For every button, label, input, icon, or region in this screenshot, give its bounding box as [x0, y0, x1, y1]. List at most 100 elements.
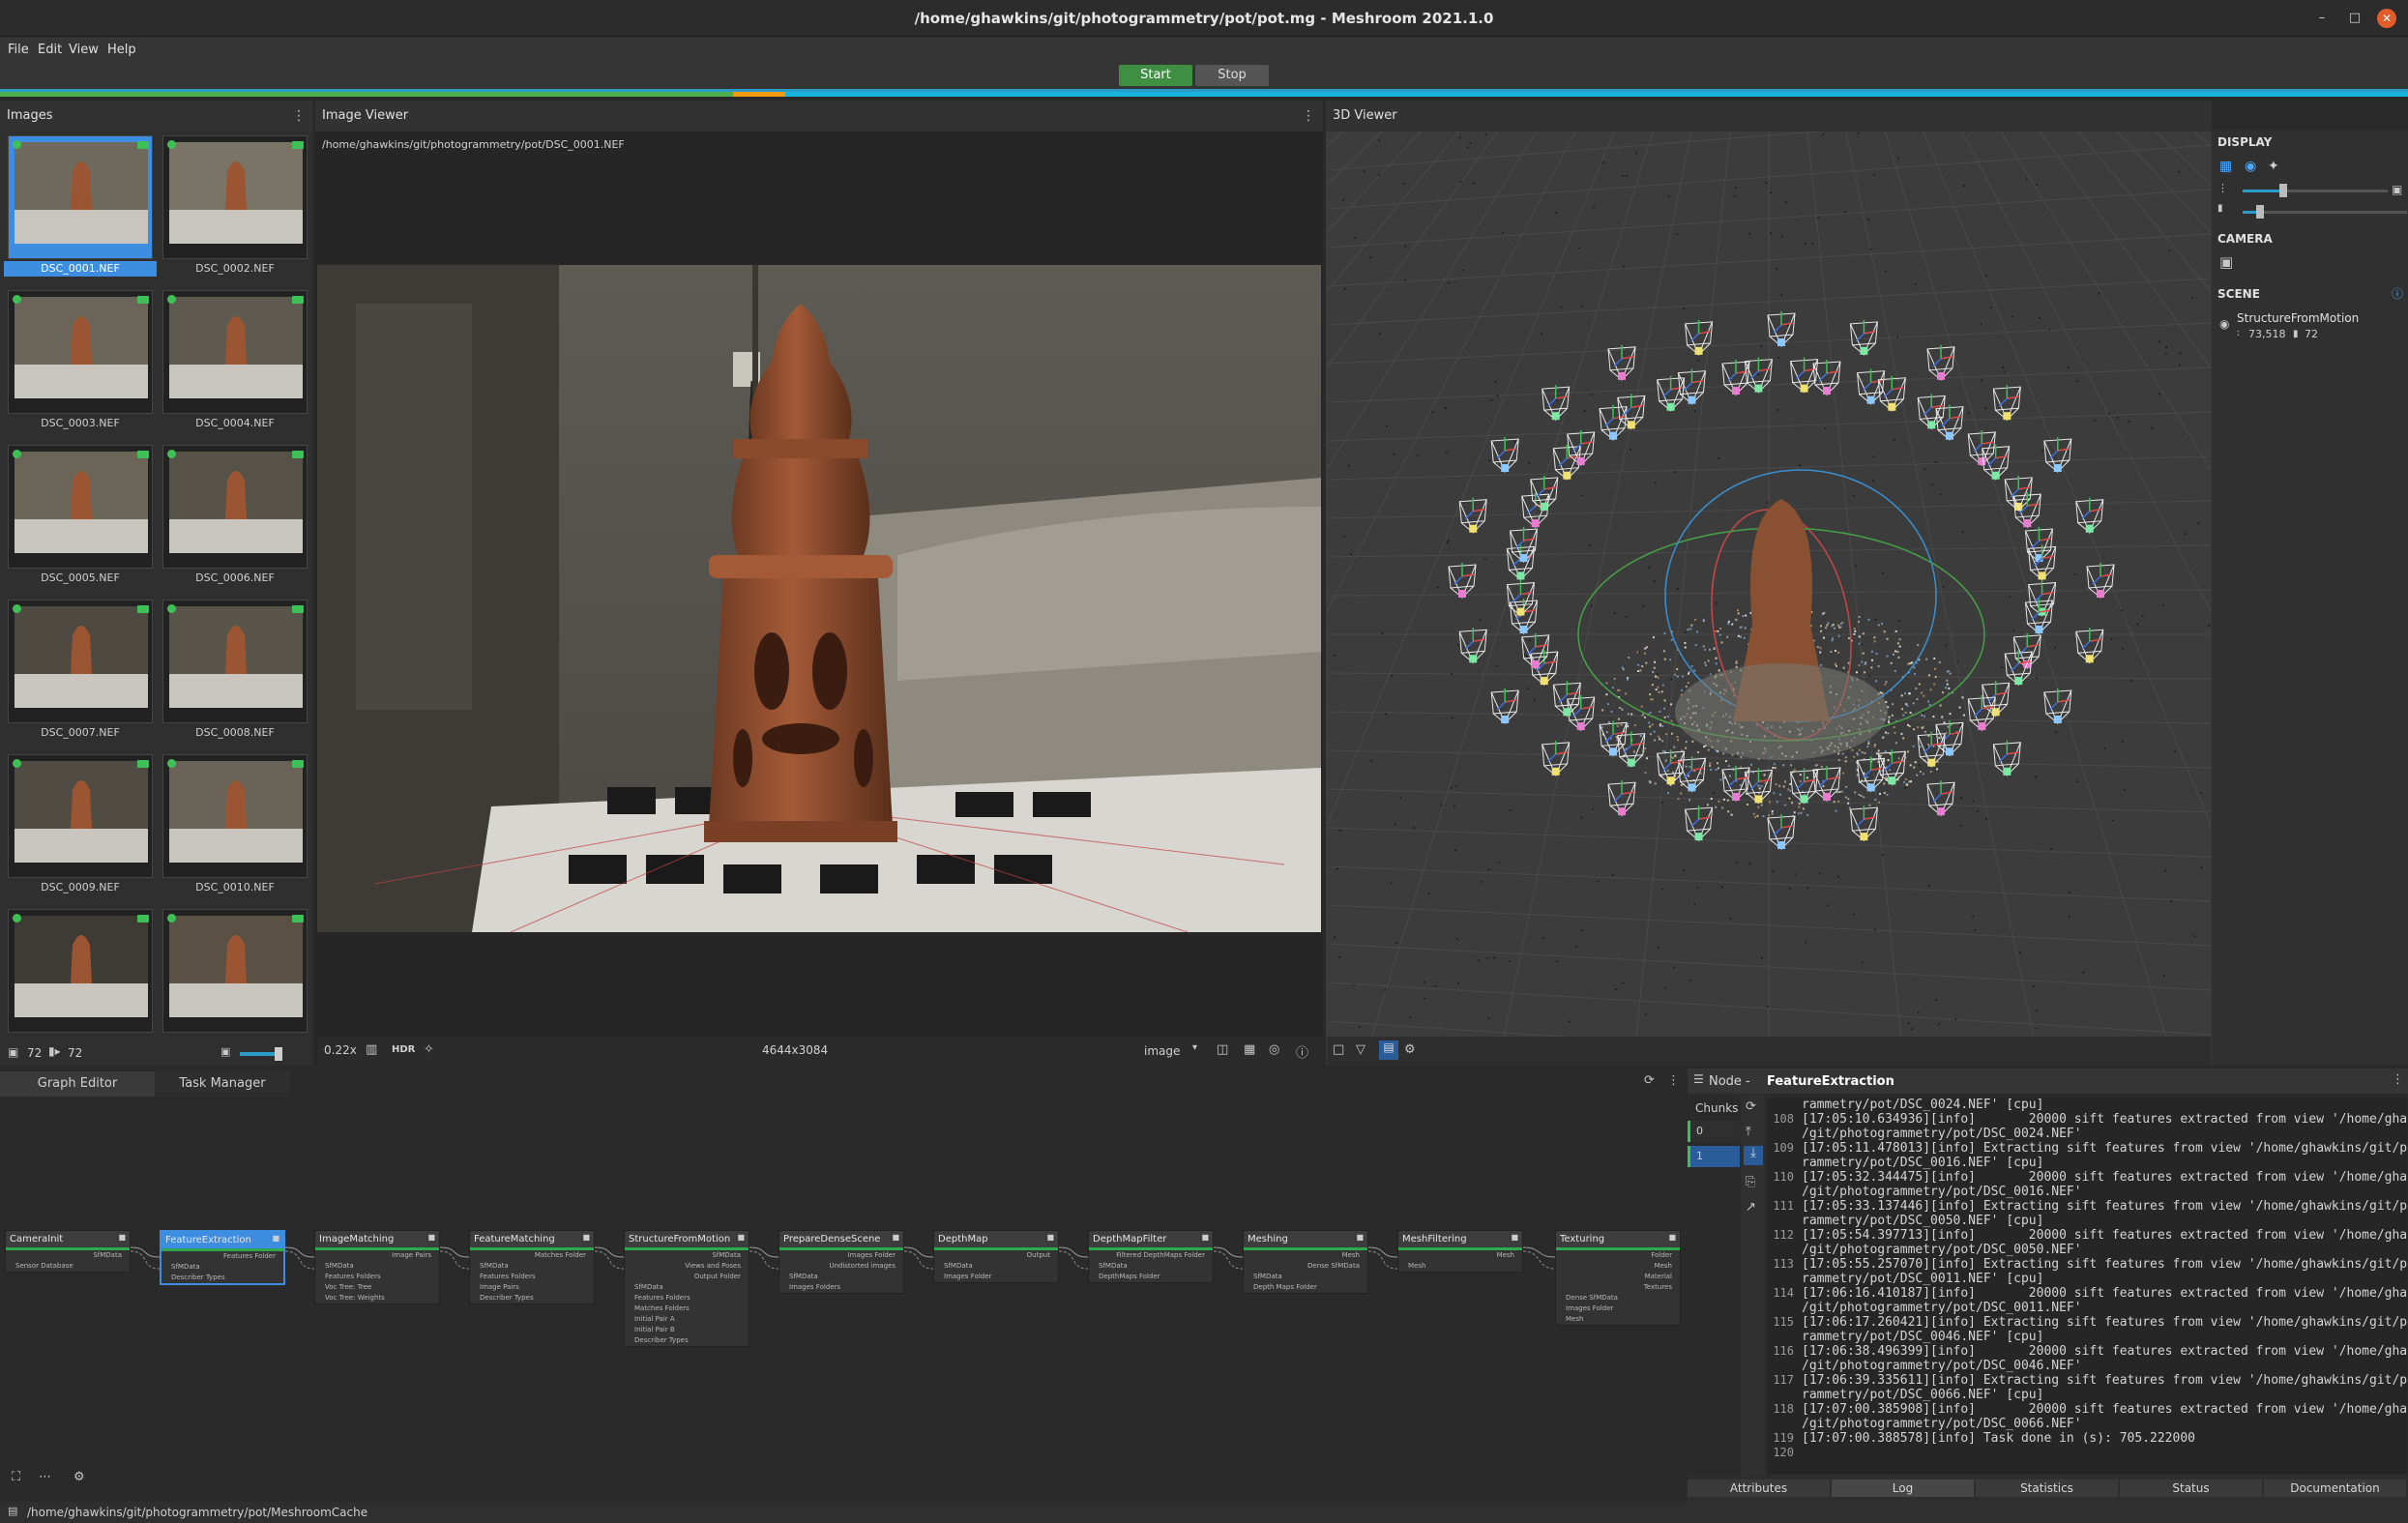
point-size-handle[interactable]	[2279, 184, 2287, 197]
node-output-port[interactable]: Images Folder	[779, 1250, 903, 1261]
axes-icon[interactable]: ✦	[2268, 159, 2279, 174]
node-input-port[interactable]: SfMData	[1244, 1272, 1367, 1282]
node-output-port[interactable]: Mesh	[1556, 1261, 1680, 1272]
node-input-port[interactable]: SfMData	[1089, 1261, 1213, 1272]
scroll-bottom-icon[interactable]: ⤓	[1744, 1146, 1763, 1165]
scene-3d-canvas[interactable]	[1327, 132, 2211, 1066]
fit-view-icon[interactable]: ⛶	[12, 1470, 20, 1484]
gizmo-icon[interactable]: ◉	[2245, 159, 2256, 174]
info-icon[interactable]: ⓘ	[1296, 1042, 1308, 1061]
graph-node[interactable]: StructureFromMotion SfMData Views and Pose…	[624, 1230, 749, 1347]
stop-button[interactable]: Stop	[1195, 65, 1269, 86]
node-input-port[interactable]: DepthMaps Folder	[1089, 1272, 1213, 1282]
close-icon[interactable]: ✕	[2377, 9, 2396, 28]
node-output-port[interactable]: Material	[1556, 1272, 1680, 1282]
node-output-port[interactable]: Undistorted images	[779, 1261, 903, 1272]
graph-node[interactable]: PrepareDenseScene Images Folder Undistorte…	[778, 1230, 904, 1294]
menu-help[interactable]: Help	[107, 37, 136, 64]
node-output-port[interactable]: Image Pairs	[315, 1250, 439, 1261]
node-input-port[interactable]: Initial Pair A	[625, 1314, 749, 1325]
node-output-port[interactable]: Matches Folder	[470, 1250, 594, 1261]
node-output-port[interactable]: Output Folder	[625, 1272, 749, 1282]
node-tab[interactable]: Status	[2120, 1479, 2262, 1497]
hdr-toggle[interactable]: HDR	[392, 1044, 415, 1055]
node-input-port[interactable]: Voc Tree: Weights	[315, 1293, 439, 1303]
image-thumbnail[interactable]	[162, 909, 308, 1033]
image-thumbnail[interactable]	[162, 754, 308, 878]
node-output-port[interactable]: Features Folder	[162, 1251, 283, 1262]
graph-node[interactable]: Meshing Mesh Dense SfMData SfMData Depth Map…	[1243, 1230, 1368, 1294]
globe-icon[interactable]: ◎	[1269, 1042, 1279, 1057]
graph-node[interactable]: CameraInit SfMData Sensor Database ■	[5, 1230, 131, 1273]
fit-icon[interactable]: ◫	[1217, 1042, 1228, 1057]
image-thumbnail[interactable]	[8, 754, 153, 878]
settings-icon[interactable]: ⚙	[1404, 1042, 1416, 1057]
log-refresh-icon[interactable]: ⟳	[1746, 1099, 1756, 1114]
image-thumbnail[interactable]	[162, 135, 308, 259]
image-thumbnail[interactable]	[162, 290, 308, 414]
expand-icon[interactable]: ▣	[2392, 183, 2402, 196]
node-input-port[interactable]: Image Pairs	[470, 1282, 594, 1293]
pointer-icon[interactable]: ✧	[424, 1042, 434, 1057]
node-output-port[interactable]: Textures	[1556, 1282, 1680, 1293]
maximize-icon[interactable]: □	[2345, 9, 2364, 28]
graph-menu-icon[interactable]: ⋮	[1667, 1073, 1680, 1088]
node-tab[interactable]: Log	[1832, 1479, 1974, 1497]
tab-task-manager[interactable]: Task Manager	[155, 1071, 290, 1097]
image-thumbnail[interactable]	[162, 445, 308, 569]
image-thumbnail[interactable]	[8, 135, 153, 259]
folder-icon[interactable]: ▤	[8, 1505, 17, 1517]
node-input-port[interactable]: Mesh	[1398, 1261, 1522, 1272]
image-thumbnail[interactable]	[162, 600, 308, 723]
scene-info-icon[interactable]: ⓘ	[2392, 285, 2403, 302]
node-output-port[interactable]: Mesh	[1244, 1250, 1367, 1261]
graph-node[interactable]: ImageMatching Image Pairs SfMData Features …	[314, 1230, 440, 1304]
start-button[interactable]: Start	[1119, 65, 1192, 86]
node-output-port[interactable]: SfMData	[625, 1250, 749, 1261]
node-input-port[interactable]: SfMData	[934, 1261, 1058, 1272]
thumbnail-size-handle[interactable]	[275, 1047, 282, 1061]
node-input-port[interactable]: Depth Maps Folder	[1244, 1282, 1367, 1293]
menu-view[interactable]: View	[69, 37, 99, 64]
layout-icon[interactable]: ⋯	[39, 1470, 51, 1484]
chunk-item[interactable]: 0	[1688, 1121, 1740, 1142]
zoom-level[interactable]: 0.22x	[324, 1043, 357, 1057]
node-output-port[interactable]: Mesh	[1398, 1250, 1522, 1261]
chevron-down-icon[interactable]: ▾	[1192, 1042, 1197, 1053]
menu-file[interactable]: File	[8, 37, 29, 64]
node-output-port[interactable]: Views and Poses	[625, 1261, 749, 1272]
image-thumbnail[interactable]	[8, 909, 153, 1033]
copy-icon[interactable]: ⎘	[1746, 1175, 1755, 1189]
grid-icon[interactable]: ▦	[2219, 159, 2233, 174]
node-input-port[interactable]: Matches Folders	[625, 1303, 749, 1314]
chunk-item-selected[interactable]: 1	[1688, 1146, 1740, 1167]
node-input-port[interactable]: Features Folders	[470, 1272, 594, 1282]
node-input-port[interactable]: Dense SfMData	[1556, 1293, 1680, 1303]
image-thumbnail[interactable]	[8, 445, 153, 569]
graph-node[interactable]: DepthMap Output SfMData Images Folder ■	[933, 1230, 1059, 1283]
graph-node[interactable]: DepthMapFilter Filtered DepthMaps Folder S…	[1088, 1230, 1214, 1283]
image-viewer-menu-icon[interactable]: ⋮	[1302, 101, 1315, 132]
camera-scale-handle[interactable]	[2256, 205, 2264, 219]
bbox-icon[interactable]: □	[1333, 1042, 1344, 1057]
node-input-port[interactable]: Voc Tree: Tree	[315, 1282, 439, 1293]
node-input-port[interactable]: Images Folders	[779, 1282, 903, 1293]
node-input-port[interactable]: SfMData	[625, 1282, 749, 1293]
graph-settings-icon[interactable]: ⚙	[73, 1470, 85, 1484]
graph-node[interactable]: Texturing Folder Mesh Material Textures Dense…	[1555, 1230, 1681, 1326]
node-input-port[interactable]: Features Folders	[315, 1272, 439, 1282]
graph-node[interactable]: FeatureMatching Matches Folder SfMData Feat…	[469, 1230, 595, 1304]
histogram-icon[interactable]: ▦	[1244, 1042, 1255, 1057]
graph-node[interactable]: MeshFiltering Mesh Mesh ■	[1397, 1230, 1523, 1273]
graph-node[interactable]: FeatureExtraction Features Folder SfMData D…	[160, 1230, 285, 1285]
node-output-port[interactable]: Filtered DepthMaps Folder	[1089, 1250, 1213, 1261]
camera-scale-slider[interactable]	[2243, 211, 2407, 214]
filter-icon[interactable]: ▽	[1356, 1042, 1366, 1057]
node-input-port[interactable]: SfMData	[779, 1272, 903, 1282]
image-channel-select[interactable]: image	[1144, 1044, 1180, 1058]
node-tab[interactable]: Documentation	[2264, 1479, 2406, 1497]
node-input-port[interactable]: Sensor Database	[6, 1261, 130, 1272]
color-channel-icon[interactable]: ▥	[366, 1042, 377, 1057]
camera-icon[interactable]: ▣	[2219, 253, 2233, 271]
menu-edit[interactable]: Edit	[38, 37, 62, 64]
